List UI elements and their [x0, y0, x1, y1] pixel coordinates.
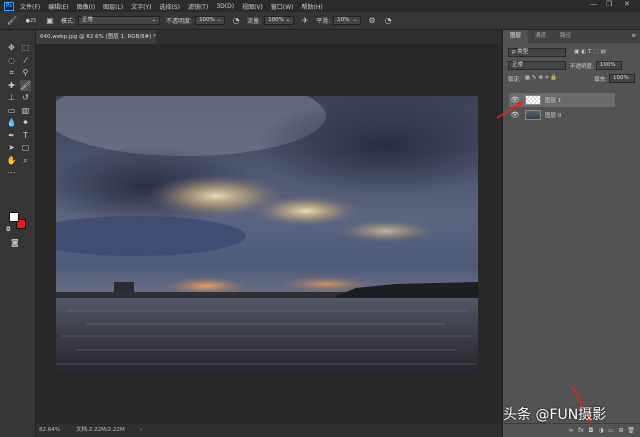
red-arrow-layer — [496, 103, 521, 119]
watermark: 头条 @FUN摄影 — [503, 407, 607, 423]
red-arrowhead-layer — [516, 101, 524, 108]
annotation-arrows — [496, 101, 592, 424]
